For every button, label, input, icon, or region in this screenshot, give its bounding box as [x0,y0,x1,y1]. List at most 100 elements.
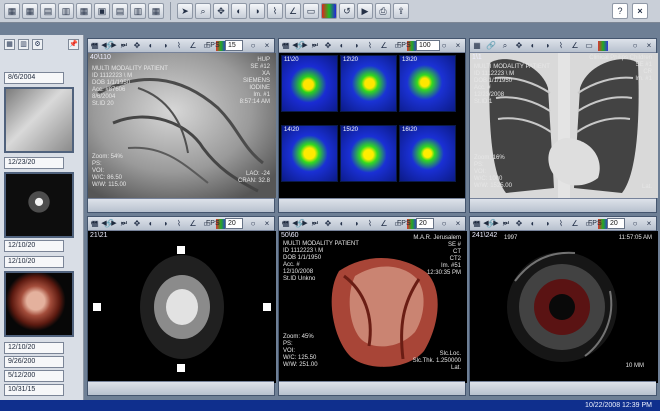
layout-3-icon[interactable]: ▤ [112,3,128,19]
play-icon[interactable]: ▶ [110,41,118,51]
viewport-mri[interactable]: ▦ 🔗 ⌕ ✥ ◐ ◑ ⌇ ∠ ▭ ○ × 21\21 ⏮ ◀ ▶ ⏭ FPS … [87,216,276,396]
cursor-icon[interactable]: ➤ [177,3,193,19]
angle-icon[interactable]: ∠ [285,3,301,19]
close-icon[interactable]: × [632,3,648,19]
play-icon[interactable]: ▶ [301,41,309,51]
next-frame-icon[interactable]: ⏭ [120,41,128,51]
next-frame-icon[interactable]: ⏭ [311,219,319,229]
window-level-icon[interactable]: ◐ [528,219,538,229]
angle-icon[interactable]: ∠ [570,219,580,229]
date-entry-2[interactable]: 12/23/20 [4,157,64,169]
close-panel-icon[interactable]: × [262,41,272,51]
zoom-icon[interactable]: ⌕ [500,41,510,51]
fps-input[interactable]: 20 [416,218,434,229]
layout-icon[interactable]: ○ [439,219,449,229]
layout-5-icon[interactable]: ▦ [148,3,164,19]
pan-icon[interactable]: ✥ [132,219,142,229]
next-frame-icon[interactable]: ⏭ [120,219,128,229]
thumbnail-ct[interactable] [4,271,74,337]
measure-icon[interactable]: ⌇ [174,41,184,51]
left-layout-icon[interactable]: ▥ [18,39,29,50]
angle-icon[interactable]: ∠ [570,41,580,51]
measure-icon[interactable]: ⌇ [365,41,375,51]
window-level-icon[interactable]: ◐ [337,219,347,229]
close-panel-icon[interactable]: × [453,41,463,51]
layout-icon[interactable]: ○ [630,41,640,51]
reset-icon[interactable]: ↺ [339,3,355,19]
close-panel-icon[interactable]: × [453,219,463,229]
date-entry-5[interactable]: 12/10/20 [4,342,64,354]
thumbnail-angio[interactable] [4,87,74,153]
grid-3-icon[interactable]: ▤ [40,3,56,19]
print-icon[interactable]: ⎙ [375,3,391,19]
pan-icon[interactable]: ✥ [323,41,333,51]
pan-icon[interactable]: ✥ [323,219,333,229]
layout-icon[interactable]: ○ [248,41,258,51]
window-level-icon[interactable]: ◐ [146,219,156,229]
left-pin-icon[interactable]: 📌 [68,39,79,50]
fps-input[interactable]: 20 [225,218,243,229]
first-frame-icon[interactable]: ⏮ [472,219,480,229]
prev-frame-icon[interactable]: ◀ [482,219,490,229]
layout-4-icon[interactable]: ▥ [130,3,146,19]
pan-icon[interactable]: ✥ [132,41,142,51]
viewport-ct[interactable]: ▦ 🔗 ⌕ ✥ ◐ ◑ ⌇ ∠ ▭ ○ × 50\60 MULTI MODALI… [278,216,467,396]
viewport-ivus[interactable]: ▦ 🔗 ⌕ ✥ ◐ ◑ ⌇ ∠ ▭ ○ × 241\242 1997 11:57… [469,216,658,396]
first-frame-icon[interactable]: ⏮ [90,219,98,229]
angle-icon[interactable]: ∠ [379,219,389,229]
next-frame-icon[interactable]: ⏭ [311,41,319,51]
pan-icon[interactable]: ✥ [514,41,524,51]
date-entry-4[interactable]: 12/10/20 [4,256,64,268]
measure-icon[interactable]: ⌇ [267,3,283,19]
layout-icon[interactable]: ○ [630,219,640,229]
first-frame-icon[interactable]: ⏮ [90,41,98,51]
prev-frame-icon[interactable]: ◀ [100,219,108,229]
roi-icon[interactable]: ▭ [303,3,319,19]
link-icon[interactable]: 🔗 [486,41,496,51]
play-icon[interactable]: ▶ [492,219,500,229]
date-entry-8[interactable]: 10/31/15 [4,384,64,396]
layout-2-icon[interactable]: ▣ [94,3,110,19]
pan-icon[interactable]: ✥ [213,3,229,19]
cine-icon[interactable]: ▶ [357,3,373,19]
left-grid-icon[interactable]: ▦ [4,39,15,50]
window-level-icon[interactable]: ◐ [146,41,156,51]
window-level-icon[interactable]: ◐ [337,41,347,51]
viewport-angio[interactable]: ▦ 🔗 ⌕ ✥ ◐ ◑ ⌇ ∠ ▭ ○ × 40\110 MULTI MODAL… [87,38,276,213]
measure-icon[interactable]: ⌇ [556,219,566,229]
grid-4-icon[interactable]: ▥ [58,3,74,19]
layout-icon[interactable]: ○ [439,41,449,51]
prev-frame-icon[interactable]: ◀ [291,41,299,51]
angle-icon[interactable]: ∠ [188,41,198,51]
close-panel-icon[interactable]: × [644,41,654,51]
angle-icon[interactable]: ∠ [188,219,198,229]
invert-icon[interactable]: ◑ [160,41,170,51]
color-icon[interactable] [598,41,608,51]
fps-input[interactable]: 15 [225,40,243,51]
measure-icon[interactable]: ⌇ [556,41,566,51]
grid-2-icon[interactable]: ▦ [22,3,38,19]
thumbnail-mri[interactable] [4,172,74,238]
color-icon[interactable] [321,3,337,19]
fps-input[interactable]: 100 [416,40,440,51]
prev-frame-icon[interactable]: ◀ [291,219,299,229]
viewport-xray[interactable]: ▦ 🔗 ⌕ ✥ ◐ ◑ ⌇ ∠ ▭ ○ × 1\1 MULTI MODALITY… [469,38,658,213]
roi-icon[interactable]: ▭ [584,41,594,51]
window-level-icon[interactable]: ◐ [231,3,247,19]
first-frame-icon[interactable]: ⏮ [281,41,289,51]
invert-icon[interactable]: ◑ [351,219,361,229]
viewport-spect[interactable]: ▦ 🔗 ⌕ ✥ ◐ ◑ ⌇ ∠ ▭ ○ × 11\20 12\20 13\20 … [278,38,466,213]
play-icon[interactable]: ▶ [301,219,309,229]
grid-icon[interactable]: ▦ [472,41,482,51]
measure-icon[interactable]: ⌇ [365,219,375,229]
invert-icon[interactable]: ◑ [351,41,361,51]
play-icon[interactable]: ▶ [110,219,118,229]
invert-icon[interactable]: ◑ [542,41,552,51]
date-entry-3[interactable]: 12/10/20 [4,240,64,252]
layout-icon[interactable]: ▦ [76,3,92,19]
invert-icon[interactable]: ◑ [249,3,265,19]
first-frame-icon[interactable]: ⏮ [281,219,289,229]
date-entry-7[interactable]: 5/12/200 [4,370,64,382]
left-settings-icon[interactable]: ⚙ [32,39,43,50]
grid-icon[interactable]: ▦ [4,3,20,19]
